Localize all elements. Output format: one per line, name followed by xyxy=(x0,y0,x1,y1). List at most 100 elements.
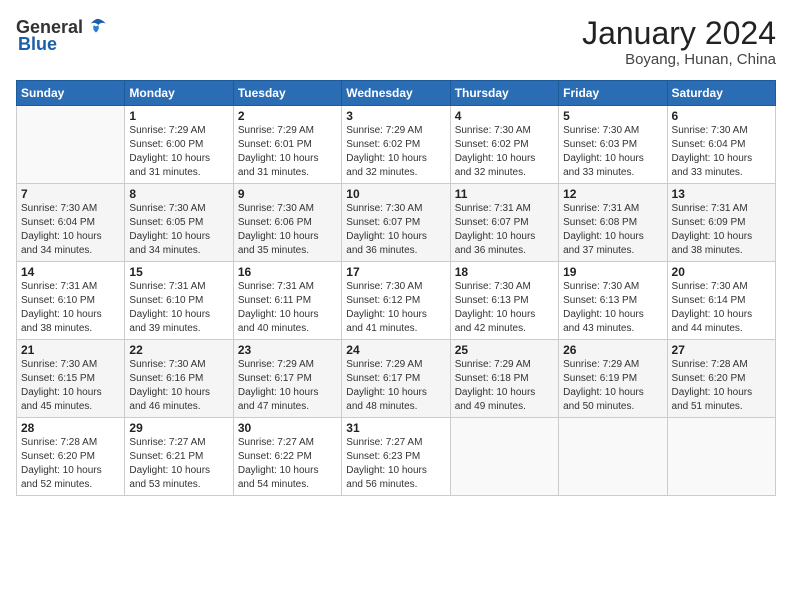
calendar-cell: 21Sunrise: 7:30 AMSunset: 6:15 PMDayligh… xyxy=(17,340,125,418)
day-info: Sunrise: 7:27 AMSunset: 6:22 PMDaylight:… xyxy=(238,436,337,492)
day-number: 31 xyxy=(346,421,445,435)
day-info: Sunrise: 7:29 AMSunset: 6:02 PMDaylight:… xyxy=(346,124,445,180)
day-number: 18 xyxy=(455,265,554,279)
day-info: Sunrise: 7:30 AMSunset: 6:15 PMDaylight:… xyxy=(21,358,120,414)
day-number: 6 xyxy=(672,109,771,123)
day-info: Sunrise: 7:30 AMSunset: 6:05 PMDaylight:… xyxy=(129,202,228,258)
weekday-header: Thursday xyxy=(450,81,558,106)
calendar-cell: 10Sunrise: 7:30 AMSunset: 6:07 PMDayligh… xyxy=(342,184,450,262)
day-number: 21 xyxy=(21,343,120,357)
day-info: Sunrise: 7:30 AMSunset: 6:14 PMDaylight:… xyxy=(672,280,771,336)
weekday-header: Sunday xyxy=(17,81,125,106)
calendar-table: SundayMondayTuesdayWednesdayThursdayFrid… xyxy=(16,80,776,496)
calendar-cell: 1Sunrise: 7:29 AMSunset: 6:00 PMDaylight… xyxy=(125,106,233,184)
calendar-cell: 15Sunrise: 7:31 AMSunset: 6:10 PMDayligh… xyxy=(125,262,233,340)
weekday-header: Monday xyxy=(125,81,233,106)
day-number: 30 xyxy=(238,421,337,435)
calendar-cell: 29Sunrise: 7:27 AMSunset: 6:21 PMDayligh… xyxy=(125,418,233,496)
day-number: 16 xyxy=(238,265,337,279)
calendar-cell xyxy=(559,418,667,496)
calendar-week-row: 7Sunrise: 7:30 AMSunset: 6:04 PMDaylight… xyxy=(17,184,776,262)
calendar-cell xyxy=(17,106,125,184)
day-info: Sunrise: 7:31 AMSunset: 6:10 PMDaylight:… xyxy=(129,280,228,336)
day-number: 10 xyxy=(346,187,445,201)
day-number: 19 xyxy=(563,265,662,279)
day-number: 14 xyxy=(21,265,120,279)
day-info: Sunrise: 7:29 AMSunset: 6:00 PMDaylight:… xyxy=(129,124,228,180)
weekday-header: Tuesday xyxy=(233,81,341,106)
day-info: Sunrise: 7:29 AMSunset: 6:19 PMDaylight:… xyxy=(563,358,662,414)
day-number: 5 xyxy=(563,109,662,123)
subtitle: Boyang, Hunan, China xyxy=(582,51,776,68)
day-info: Sunrise: 7:29 AMSunset: 6:17 PMDaylight:… xyxy=(346,358,445,414)
calendar-cell: 3Sunrise: 7:29 AMSunset: 6:02 PMDaylight… xyxy=(342,106,450,184)
logo-block: General Blue xyxy=(16,16,107,55)
day-info: Sunrise: 7:31 AMSunset: 6:09 PMDaylight:… xyxy=(672,202,771,258)
calendar-cell: 23Sunrise: 7:29 AMSunset: 6:17 PMDayligh… xyxy=(233,340,341,418)
day-number: 29 xyxy=(129,421,228,435)
day-number: 22 xyxy=(129,343,228,357)
calendar-cell: 7Sunrise: 7:30 AMSunset: 6:04 PMDaylight… xyxy=(17,184,125,262)
calendar-cell: 27Sunrise: 7:28 AMSunset: 6:20 PMDayligh… xyxy=(667,340,775,418)
calendar-cell: 4Sunrise: 7:30 AMSunset: 6:02 PMDaylight… xyxy=(450,106,558,184)
weekday-header: Wednesday xyxy=(342,81,450,106)
day-info: Sunrise: 7:29 AMSunset: 6:17 PMDaylight:… xyxy=(238,358,337,414)
calendar-week-row: 1Sunrise: 7:29 AMSunset: 6:00 PMDaylight… xyxy=(17,106,776,184)
calendar-cell: 6Sunrise: 7:30 AMSunset: 6:04 PMDaylight… xyxy=(667,106,775,184)
calendar-cell: 24Sunrise: 7:29 AMSunset: 6:17 PMDayligh… xyxy=(342,340,450,418)
calendar-cell: 22Sunrise: 7:30 AMSunset: 6:16 PMDayligh… xyxy=(125,340,233,418)
calendar-cell: 17Sunrise: 7:30 AMSunset: 6:12 PMDayligh… xyxy=(342,262,450,340)
day-info: Sunrise: 7:30 AMSunset: 6:06 PMDaylight:… xyxy=(238,202,337,258)
calendar-cell: 31Sunrise: 7:27 AMSunset: 6:23 PMDayligh… xyxy=(342,418,450,496)
day-number: 24 xyxy=(346,343,445,357)
day-info: Sunrise: 7:30 AMSunset: 6:04 PMDaylight:… xyxy=(21,202,120,258)
logo: General Blue xyxy=(16,16,107,55)
day-info: Sunrise: 7:31 AMSunset: 6:11 PMDaylight:… xyxy=(238,280,337,336)
calendar-cell: 8Sunrise: 7:30 AMSunset: 6:05 PMDaylight… xyxy=(125,184,233,262)
day-info: Sunrise: 7:30 AMSunset: 6:04 PMDaylight:… xyxy=(672,124,771,180)
day-info: Sunrise: 7:29 AMSunset: 6:18 PMDaylight:… xyxy=(455,358,554,414)
day-number: 8 xyxy=(129,187,228,201)
weekday-header: Saturday xyxy=(667,81,775,106)
day-number: 17 xyxy=(346,265,445,279)
day-number: 25 xyxy=(455,343,554,357)
calendar-cell: 12Sunrise: 7:31 AMSunset: 6:08 PMDayligh… xyxy=(559,184,667,262)
calendar-cell: 18Sunrise: 7:30 AMSunset: 6:13 PMDayligh… xyxy=(450,262,558,340)
main-title: January 2024 xyxy=(582,16,776,51)
day-number: 28 xyxy=(21,421,120,435)
calendar-cell: 30Sunrise: 7:27 AMSunset: 6:22 PMDayligh… xyxy=(233,418,341,496)
day-info: Sunrise: 7:30 AMSunset: 6:03 PMDaylight:… xyxy=(563,124,662,180)
day-number: 13 xyxy=(672,187,771,201)
calendar-cell: 11Sunrise: 7:31 AMSunset: 6:07 PMDayligh… xyxy=(450,184,558,262)
calendar-cell: 2Sunrise: 7:29 AMSunset: 6:01 PMDaylight… xyxy=(233,106,341,184)
day-number: 26 xyxy=(563,343,662,357)
day-info: Sunrise: 7:31 AMSunset: 6:07 PMDaylight:… xyxy=(455,202,554,258)
calendar-cell xyxy=(667,418,775,496)
calendar-cell: 28Sunrise: 7:28 AMSunset: 6:20 PMDayligh… xyxy=(17,418,125,496)
calendar-cell: 5Sunrise: 7:30 AMSunset: 6:03 PMDaylight… xyxy=(559,106,667,184)
day-info: Sunrise: 7:30 AMSunset: 6:07 PMDaylight:… xyxy=(346,202,445,258)
title-block: January 2024 Boyang, Hunan, China xyxy=(582,16,776,68)
calendar-cell: 26Sunrise: 7:29 AMSunset: 6:19 PMDayligh… xyxy=(559,340,667,418)
weekday-header: Friday xyxy=(559,81,667,106)
day-info: Sunrise: 7:28 AMSunset: 6:20 PMDaylight:… xyxy=(672,358,771,414)
calendar-cell: 13Sunrise: 7:31 AMSunset: 6:09 PMDayligh… xyxy=(667,184,775,262)
day-info: Sunrise: 7:30 AMSunset: 6:12 PMDaylight:… xyxy=(346,280,445,336)
day-info: Sunrise: 7:31 AMSunset: 6:08 PMDaylight:… xyxy=(563,202,662,258)
day-number: 4 xyxy=(455,109,554,123)
day-info: Sunrise: 7:30 AMSunset: 6:16 PMDaylight:… xyxy=(129,358,228,414)
day-number: 1 xyxy=(129,109,228,123)
calendar-cell: 16Sunrise: 7:31 AMSunset: 6:11 PMDayligh… xyxy=(233,262,341,340)
day-info: Sunrise: 7:29 AMSunset: 6:01 PMDaylight:… xyxy=(238,124,337,180)
logo-bird-icon xyxy=(85,16,107,38)
calendar-header-row: SundayMondayTuesdayWednesdayThursdayFrid… xyxy=(17,81,776,106)
calendar-cell: 25Sunrise: 7:29 AMSunset: 6:18 PMDayligh… xyxy=(450,340,558,418)
day-number: 7 xyxy=(21,187,120,201)
day-number: 12 xyxy=(563,187,662,201)
day-number: 23 xyxy=(238,343,337,357)
day-number: 15 xyxy=(129,265,228,279)
day-info: Sunrise: 7:27 AMSunset: 6:23 PMDaylight:… xyxy=(346,436,445,492)
calendar-week-row: 21Sunrise: 7:30 AMSunset: 6:15 PMDayligh… xyxy=(17,340,776,418)
calendar-cell: 9Sunrise: 7:30 AMSunset: 6:06 PMDaylight… xyxy=(233,184,341,262)
day-info: Sunrise: 7:28 AMSunset: 6:20 PMDaylight:… xyxy=(21,436,120,492)
